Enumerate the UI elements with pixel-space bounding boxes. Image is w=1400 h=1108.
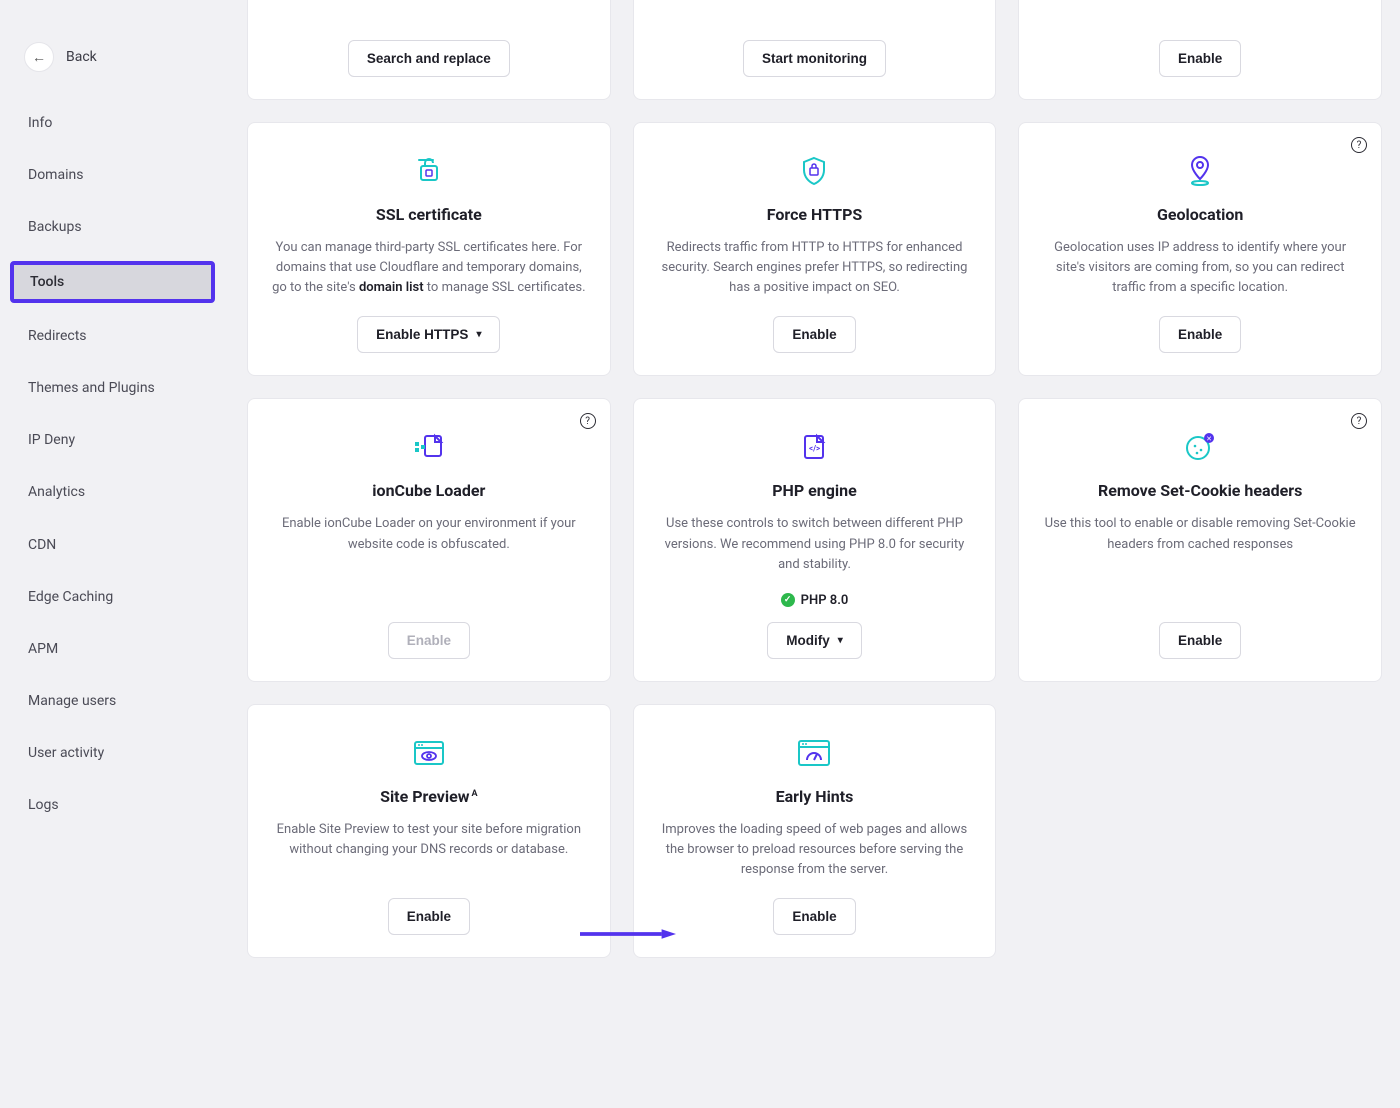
sidebar-item-analytics[interactable]: Analytics bbox=[10, 473, 215, 511]
card-title: Geolocation bbox=[1157, 205, 1243, 224]
card-monitoring: hidden your website. Use with care as it… bbox=[633, 0, 997, 100]
sidebar-item-apm[interactable]: APM bbox=[10, 630, 215, 668]
search-replace-button[interactable]: Search and replace bbox=[348, 40, 510, 77]
sidebar-item-domains[interactable]: Domains bbox=[10, 156, 215, 194]
card-desc: Enable Site Preview to test your site be… bbox=[268, 820, 590, 860]
sidebar-item-info[interactable]: Info bbox=[10, 104, 215, 142]
svg-text:✕: ✕ bbox=[1206, 435, 1212, 443]
enable-button[interactable]: Enable bbox=[773, 898, 855, 935]
card-php-engine: </> PHP engine Use these controls to switc… bbox=[633, 398, 997, 681]
chevron-down-icon: ▾ bbox=[838, 635, 843, 646]
svg-text:</>: </> bbox=[809, 444, 820, 453]
card-desc: Improves the loading speed of web pages … bbox=[654, 820, 976, 880]
card-title: Early Hints bbox=[776, 787, 854, 806]
enable-button[interactable]: Enable bbox=[388, 898, 470, 935]
card-desc: Redirects traffic from HTTP to HTTPS for… bbox=[654, 238, 976, 298]
card-enable-top: hidden Enable bbox=[1018, 0, 1382, 100]
sidebar: ← Back Info Domains Backups Tools Redirects T… bbox=[0, 0, 225, 1108]
sidebar-item-themes-and-plugins[interactable]: Themes and Plugins bbox=[10, 369, 215, 407]
card-title: Site PreviewA bbox=[380, 787, 477, 806]
cookie-icon: ✕ bbox=[1183, 427, 1217, 467]
sidebar-item-tools[interactable]: Tools bbox=[10, 261, 215, 303]
modify-button[interactable]: Modify▾ bbox=[767, 622, 862, 659]
sidebar-item-manage-users[interactable]: Manage users bbox=[10, 682, 215, 720]
card-geolocation: ? Geolocation Geolocation uses IP address … bbox=[1018, 122, 1382, 376]
preview-icon bbox=[412, 733, 446, 773]
sidebar-item-ip-deny[interactable]: IP Deny bbox=[10, 421, 215, 459]
help-icon[interactable]: ? bbox=[580, 413, 596, 429]
card-title: Force HTTPS bbox=[767, 205, 863, 224]
card-title: ionCube Loader bbox=[372, 481, 485, 500]
card-desc: Geolocation uses IP address to identify … bbox=[1039, 238, 1361, 298]
sidebar-item-cdn[interactable]: CDN bbox=[10, 526, 215, 564]
enable-button[interactable]: Enable bbox=[1159, 622, 1241, 659]
speed-icon bbox=[795, 733, 833, 773]
card-remove-set-cookie-headers: ? ✕ Remove Set-Cookie headers Use this tool… bbox=[1018, 398, 1382, 681]
lock-icon bbox=[411, 151, 447, 191]
card-title: Remove Set-Cookie headers bbox=[1098, 481, 1302, 500]
shield-icon bbox=[800, 151, 828, 191]
card-search-replace: hidden pain. Search and replace bbox=[247, 0, 611, 100]
enable-button[interactable]: Enable bbox=[1159, 40, 1241, 77]
tools-grid: hidden pain. Search and replace hidden y… bbox=[247, 0, 1382, 958]
help-icon[interactable]: ? bbox=[1351, 137, 1367, 153]
arrow-left-icon: ← bbox=[32, 49, 46, 65]
domain-list-link[interactable]: domain list bbox=[359, 280, 424, 295]
card-desc: Enable ionCube Loader on your environmen… bbox=[268, 514, 590, 554]
sidebar-item-logs[interactable]: Logs bbox=[10, 786, 215, 824]
back-button[interactable]: ← bbox=[24, 42, 54, 72]
back-label: Back bbox=[66, 49, 97, 65]
start-monitoring-button[interactable]: Start monitoring bbox=[743, 40, 886, 77]
sidebar-item-backups[interactable]: Backups bbox=[10, 208, 215, 246]
enable-https-button[interactable]: Enable HTTPS▾ bbox=[357, 316, 500, 353]
card-desc: Use these controls to switch between dif… bbox=[654, 514, 976, 574]
card-title: SSL certificate bbox=[376, 205, 482, 224]
enable-button[interactable]: Enable bbox=[1159, 316, 1241, 353]
php-icon: </> bbox=[799, 427, 829, 467]
enable-button: Enable bbox=[388, 622, 470, 659]
card-site-preview: Site PreviewA Enable Site Preview to test… bbox=[247, 704, 611, 958]
sidebar-item-user-activity[interactable]: User activity bbox=[10, 734, 215, 772]
card-desc: Use this tool to enable or disable remov… bbox=[1039, 514, 1361, 554]
app-layout: ← Back Info Domains Backups Tools Redirects T… bbox=[0, 0, 1400, 1108]
php-version-status: ✓PHP 8.0 bbox=[781, 593, 849, 608]
geo-icon bbox=[1185, 151, 1215, 191]
card-title: PHP engine bbox=[772, 481, 857, 500]
card-early-hints: Early Hints Improves the loading speed of… bbox=[633, 704, 997, 958]
card-desc: You can manage third-party SSL certifica… bbox=[268, 238, 590, 298]
enable-button[interactable]: Enable bbox=[773, 316, 855, 353]
card-force-https: Force HTTPS Redirects traffic from HTTP t… bbox=[633, 122, 997, 376]
check-icon: ✓ bbox=[781, 593, 795, 607]
help-icon[interactable]: ? bbox=[1351, 413, 1367, 429]
main-content: hidden pain. Search and replace hidden y… bbox=[225, 0, 1400, 1108]
back-row: ← Back bbox=[0, 42, 225, 96]
sidebar-item-edge-caching[interactable]: Edge Caching bbox=[10, 578, 215, 616]
card-ioncube-loader: ? ionCube Loader Enable ionCube Loader on … bbox=[247, 398, 611, 681]
card-ssl-certificate: SSL certificate You can manage third-part… bbox=[247, 122, 611, 376]
sidebar-nav: Info Domains Backups Tools Redirects Themes a… bbox=[0, 96, 225, 825]
sidebar-item-redirects[interactable]: Redirects bbox=[10, 317, 215, 355]
ioncube-icon bbox=[411, 427, 447, 467]
chevron-down-icon: ▾ bbox=[476, 329, 481, 340]
